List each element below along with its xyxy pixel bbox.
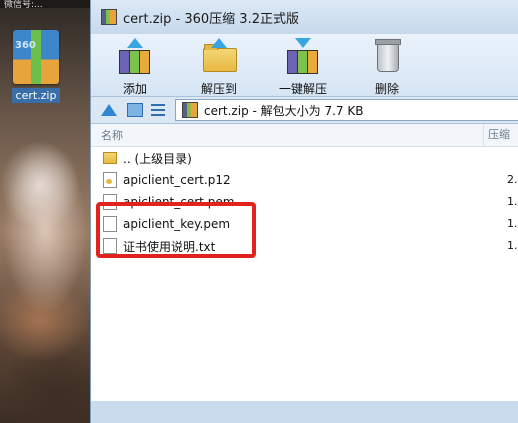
address-bar: cert.zip - 解包大小为 7.7 KB <box>91 96 518 124</box>
titlebar: cert.zip - 360压缩 3.2正式版 <box>91 0 518 34</box>
extract-to-label: 解压到 <box>200 82 237 96</box>
one-click-extract-label: 一键解压 <box>278 82 327 96</box>
add-button[interactable]: 添加 <box>105 34 165 97</box>
trash-icon <box>369 38 405 74</box>
extract-to-button[interactable]: 解压到 <box>189 34 249 97</box>
toolbar: 添加 解压到 一键解压 删除 <box>91 34 518 96</box>
desktop-blur <box>0 140 80 230</box>
folder-up-icon <box>103 152 117 164</box>
list-view-icon[interactable] <box>151 104 165 116</box>
desktop-icon-label: cert.zip <box>11 88 61 103</box>
address-field[interactable]: cert.zip - 解包大小为 7.7 KB <box>175 99 518 121</box>
app-icon <box>101 9 117 25</box>
window-title: cert.zip - 360压缩 3.2正式版 <box>123 11 299 27</box>
column-header-size[interactable]: 压缩 <box>483 124 510 146</box>
add-icon <box>117 38 153 74</box>
file-name: apiclient_cert.p12 <box>123 173 231 187</box>
extract-folder-icon <box>201 38 237 74</box>
file-list: .. (上级目录) apiclient_cert.p12 2. apiclien… <box>91 147 518 401</box>
highlight-box <box>96 202 256 258</box>
file-name: .. (上级目录) <box>123 151 192 166</box>
file-size: 1. <box>507 195 518 208</box>
zip-icon-badge: 360 <box>15 40 36 51</box>
file-size: 1. <box>507 217 518 230</box>
zip-file-icon: 360 <box>13 30 59 84</box>
up-arrow-icon[interactable] <box>101 104 117 116</box>
archive-window: cert.zip - 360压缩 3.2正式版 添加 解压到 一键解压 删除 c… <box>90 0 518 423</box>
list-item-parent[interactable]: .. (上级目录) <box>91 147 518 169</box>
column-header-name[interactable]: 名称 <box>101 127 123 143</box>
thumbnail-view-icon[interactable] <box>127 103 143 117</box>
archive-icon <box>182 102 198 118</box>
list-header: 名称 压缩 <box>91 124 518 147</box>
list-item[interactable]: apiclient_cert.p12 2. <box>91 169 518 191</box>
desktop-top-strip: 微信号:... <box>0 0 90 10</box>
address-path: cert.zip - 解包大小为 7.7 KB <box>204 103 364 118</box>
desktop-top-text: 微信号:... <box>4 0 43 10</box>
desktop-zip-icon[interactable]: 360 cert.zip <box>8 30 64 110</box>
add-label: 添加 <box>122 82 147 96</box>
file-size: 1. <box>507 239 518 252</box>
file-size: 2. <box>507 173 518 186</box>
extract-archive-icon <box>285 38 321 74</box>
delete-button[interactable]: 删除 <box>357 34 417 97</box>
certificate-file-icon <box>103 172 117 188</box>
one-click-extract-button[interactable]: 一键解压 <box>273 34 333 97</box>
delete-label: 删除 <box>374 82 399 96</box>
